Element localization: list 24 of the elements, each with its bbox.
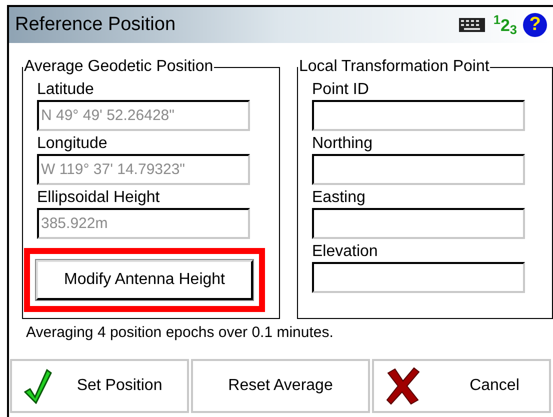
- status-message: Averaging 4 position epochs over 0.1 minutes.: [26, 323, 334, 343]
- group-title: Local Transformation Point: [298, 57, 490, 77]
- group-title: Average Geodetic Position: [23, 57, 214, 77]
- modify-antenna-height-button[interactable]: Modify Antenna Height: [36, 260, 253, 300]
- help-icon[interactable]: ?: [523, 13, 547, 37]
- window-title: Reference Position: [15, 12, 177, 37]
- input-field[interactable]: [312, 262, 525, 293]
- keyboard-icon[interactable]: [459, 18, 486, 32]
- number-mode-icon[interactable]: $^{1}$2$_{3}$: [493, 16, 517, 34]
- input-field[interactable]: [312, 154, 525, 185]
- input-field[interactable]: [312, 100, 525, 131]
- field-label: Northing: [312, 134, 374, 154]
- field-label: Point ID: [312, 80, 370, 100]
- input-field[interactable]: [312, 208, 525, 239]
- footer-button[interactable]: Set Position: [10, 359, 190, 413]
- footer-button[interactable]: Cancel: [372, 359, 552, 413]
- field-label: Longitude: [37, 134, 108, 154]
- check-icon: [24, 368, 52, 404]
- footer-button[interactable]: Reset Average: [191, 359, 370, 413]
- field-label: Elevation: [312, 242, 379, 262]
- field-label: Ellipsoidal Height: [37, 188, 161, 208]
- field-label: Latitude: [37, 80, 95, 100]
- field-label: Easting: [312, 188, 366, 208]
- close-icon: [386, 367, 420, 405]
